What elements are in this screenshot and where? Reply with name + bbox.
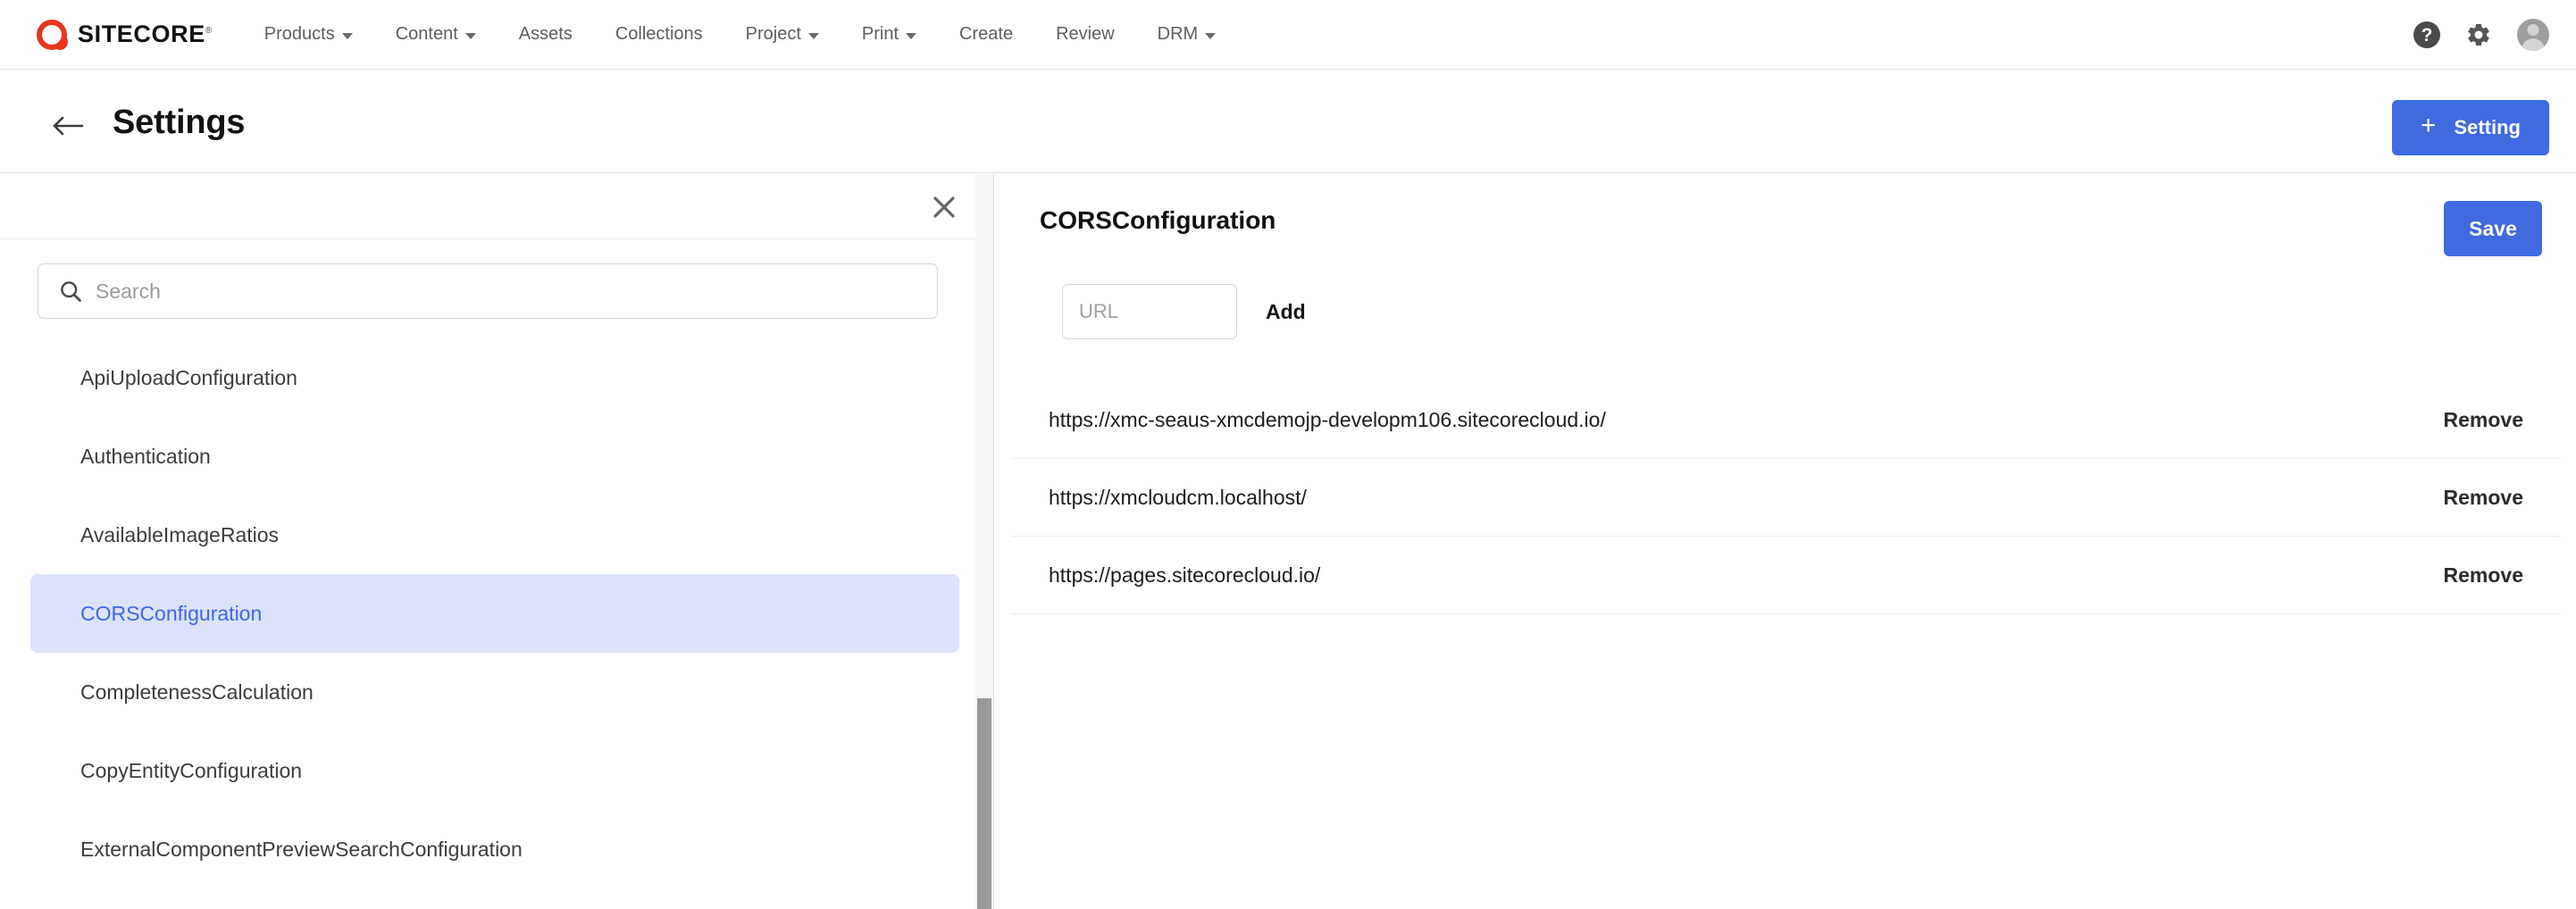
brand-trademark: ® — [205, 26, 213, 36]
page-title: Settings — [113, 104, 246, 141]
nav-item-label: Review — [1056, 24, 1115, 44]
top-nav-actions: ? — [2413, 0, 2549, 70]
nav-item-collections[interactable]: Collections — [594, 0, 724, 69]
chevron-down-icon — [807, 33, 819, 39]
nav-item-content[interactable]: Content — [374, 0, 498, 69]
chevron-down-icon — [1205, 33, 1217, 39]
nav-item-project[interactable]: Project — [724, 0, 841, 69]
search-input[interactable] — [38, 264, 937, 318]
table-row: https://pages.sitecorecloud.io/ Remove — [1011, 537, 2561, 614]
search-container — [0, 239, 993, 319]
nav-item-label: Print — [861, 24, 899, 44]
brand-wordmark: SITECORE® — [78, 21, 213, 47]
nav-item-create[interactable]: Create — [938, 0, 1034, 69]
page-header: Settings + Setting — [0, 70, 2576, 173]
settings-list-header — [0, 174, 993, 239]
nav-item-label: Products — [263, 24, 335, 44]
nav-item-assets[interactable]: Assets — [498, 0, 594, 69]
add-setting-button[interactable]: + Setting — [2391, 100, 2549, 155]
nav-item-label: Assets — [518, 24, 573, 44]
top-navigation-bar: SITECORE® Products Content Assets Collec… — [0, 0, 2576, 70]
sitecore-logo-icon — [34, 17, 70, 53]
sidebar-item-copyentityconfiguration[interactable]: CopyEntityConfiguration — [30, 731, 959, 810]
sitecore-logo[interactable]: SITECORE® — [34, 17, 213, 53]
add-url-row: Add — [1062, 284, 1309, 339]
list-item-label: CORSConfiguration — [80, 601, 263, 625]
sidebar-item-completenesscalculation[interactable]: CompletenessCalculation — [30, 653, 959, 731]
settings-items-list: ApiUploadConfiguration Authentication Av… — [0, 338, 993, 901]
add-setting-label: Setting — [2454, 116, 2521, 138]
list-item-label: CompletenessCalculation — [80, 680, 314, 704]
help-icon[interactable]: ? — [2413, 21, 2440, 48]
url-value: https://xmcloudcm.localhost/ — [1049, 485, 1307, 509]
remove-url-button[interactable]: Remove — [2440, 480, 2527, 515]
list-item-label: Authentication — [80, 444, 211, 468]
remove-url-button[interactable]: Remove — [2440, 403, 2527, 438]
save-button[interactable]: Save — [2444, 201, 2542, 256]
list-item-label: CopyEntityConfiguration — [80, 758, 303, 782]
chevron-down-icon — [341, 33, 353, 39]
chevron-down-icon — [906, 33, 917, 39]
gear-icon[interactable] — [2465, 21, 2492, 48]
url-value: https://xmc-seaus-xmcdemojp-developm106.… — [1049, 407, 1606, 431]
sidebar-item-availableimageratios[interactable]: AvailableImageRatios — [30, 496, 959, 574]
table-row: https://xmcloudcm.localhost/ Remove — [1011, 459, 2561, 537]
sidebar-item-authentication[interactable]: Authentication — [30, 417, 959, 496]
top-nav-items: Products Content Assets Collections Proj… — [243, 0, 1237, 69]
add-url-button[interactable]: Add — [1262, 295, 1309, 329]
plus-icon: + — [2420, 111, 2437, 140]
nav-item-review[interactable]: Review — [1034, 0, 1136, 69]
url-list-table: https://xmc-seaus-xmcdemojp-developm106.… — [1011, 381, 2561, 614]
nav-item-label: Collections — [615, 24, 703, 44]
app-root: SITECORE® Products Content Assets Collec… — [0, 0, 2576, 909]
avatar[interactable] — [2517, 19, 2549, 51]
url-value: https://pages.sitecorecloud.io/ — [1049, 563, 1321, 587]
chevron-down-icon — [464, 33, 476, 39]
close-icon[interactable] — [931, 194, 958, 221]
nav-item-products[interactable]: Products — [243, 0, 374, 69]
table-row: https://xmc-seaus-xmcdemojp-developm106.… — [1011, 381, 2561, 459]
list-item-label: ExternalComponentPreviewSearchConfigurat… — [80, 837, 523, 861]
nav-item-label: DRM — [1157, 24, 1199, 44]
nav-item-label: Project — [745, 24, 801, 44]
sidebar-item-corsconfiguration[interactable]: CORSConfiguration — [30, 574, 959, 653]
list-item-label: ApiUploadConfiguration — [80, 365, 297, 389]
arrow-left-icon[interactable] — [52, 114, 86, 138]
settings-list-panel: ApiUploadConfiguration Authentication Av… — [0, 174, 994, 909]
nav-item-print[interactable]: Print — [841, 0, 938, 69]
sidebar-item-apiuploadconfiguration[interactable]: ApiUploadConfiguration — [30, 338, 959, 417]
detail-title: CORSConfiguration — [1040, 206, 1276, 234]
url-input[interactable] — [1062, 284, 1237, 339]
setting-detail-panel: CORSConfiguration Save Add https://xmc-s… — [995, 174, 2576, 909]
sidebar-item-externalcomponentpreviewsearchconfiguration[interactable]: ExternalComponentPreviewSearchConfigurat… — [30, 810, 959, 888]
nav-item-label: Create — [959, 24, 1014, 44]
nav-item-label: Content — [395, 24, 458, 44]
remove-url-button[interactable]: Remove — [2440, 558, 2527, 593]
list-item-label: AvailableImageRatios — [80, 522, 280, 546]
search-box[interactable] — [38, 263, 938, 319]
settings-list-scrollbar-thumb[interactable] — [977, 698, 991, 909]
nav-item-drm[interactable]: DRM — [1136, 0, 1238, 69]
